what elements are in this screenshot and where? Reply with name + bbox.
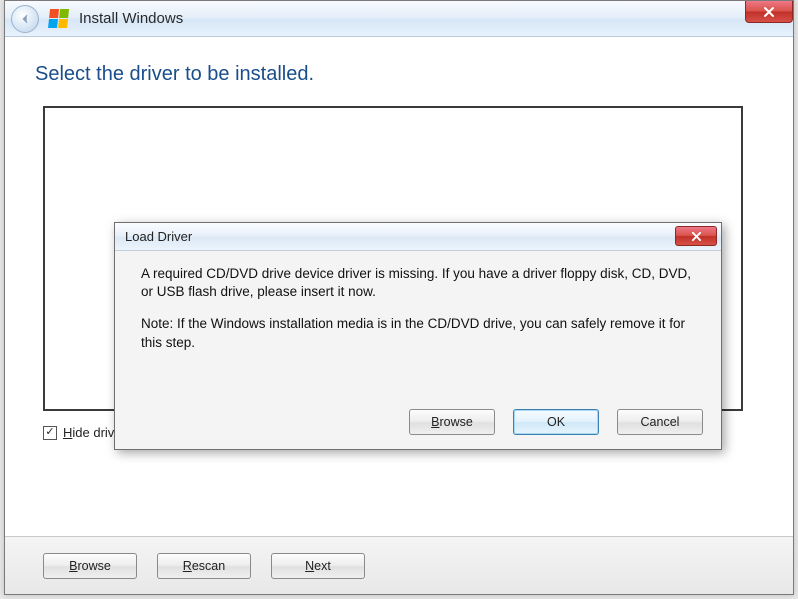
dialog-message-2: Note: If the Windows installation media … <box>141 315 703 351</box>
page-heading: Select the driver to be installed. <box>35 63 763 86</box>
hide-drivers-checkbox[interactable]: ✓ <box>43 426 57 440</box>
arrow-left-icon <box>18 12 32 26</box>
dialog-browse-button[interactable]: Browse <box>409 409 495 435</box>
window-title: Install Windows <box>79 10 183 27</box>
back-button[interactable] <box>11 5 39 33</box>
windows-flag-icon <box>48 9 70 29</box>
dialog-button-row: Browse OK Cancel <box>115 401 721 449</box>
bottom-bar: Browse Rescan Next <box>5 536 793 594</box>
close-icon <box>763 6 775 18</box>
rescan-button[interactable]: Rescan <box>157 553 251 579</box>
dialog-title: Load Driver <box>125 229 192 244</box>
browse-button[interactable]: Browse <box>43 553 137 579</box>
next-button[interactable]: Next <box>271 553 365 579</box>
close-icon <box>691 231 702 242</box>
window-close-button[interactable] <box>745 1 793 23</box>
dialog-body: A required CD/DVD drive device driver is… <box>115 251 721 401</box>
dialog-cancel-button[interactable]: Cancel <box>617 409 703 435</box>
load-driver-dialog: Load Driver A required CD/DVD drive devi… <box>114 222 722 450</box>
dialog-ok-button[interactable]: OK <box>513 409 599 435</box>
dialog-titlebar: Load Driver <box>115 223 721 251</box>
titlebar: Install Windows <box>5 1 793 37</box>
dialog-message-1: A required CD/DVD drive device driver is… <box>141 265 703 301</box>
dialog-close-button[interactable] <box>675 226 717 246</box>
